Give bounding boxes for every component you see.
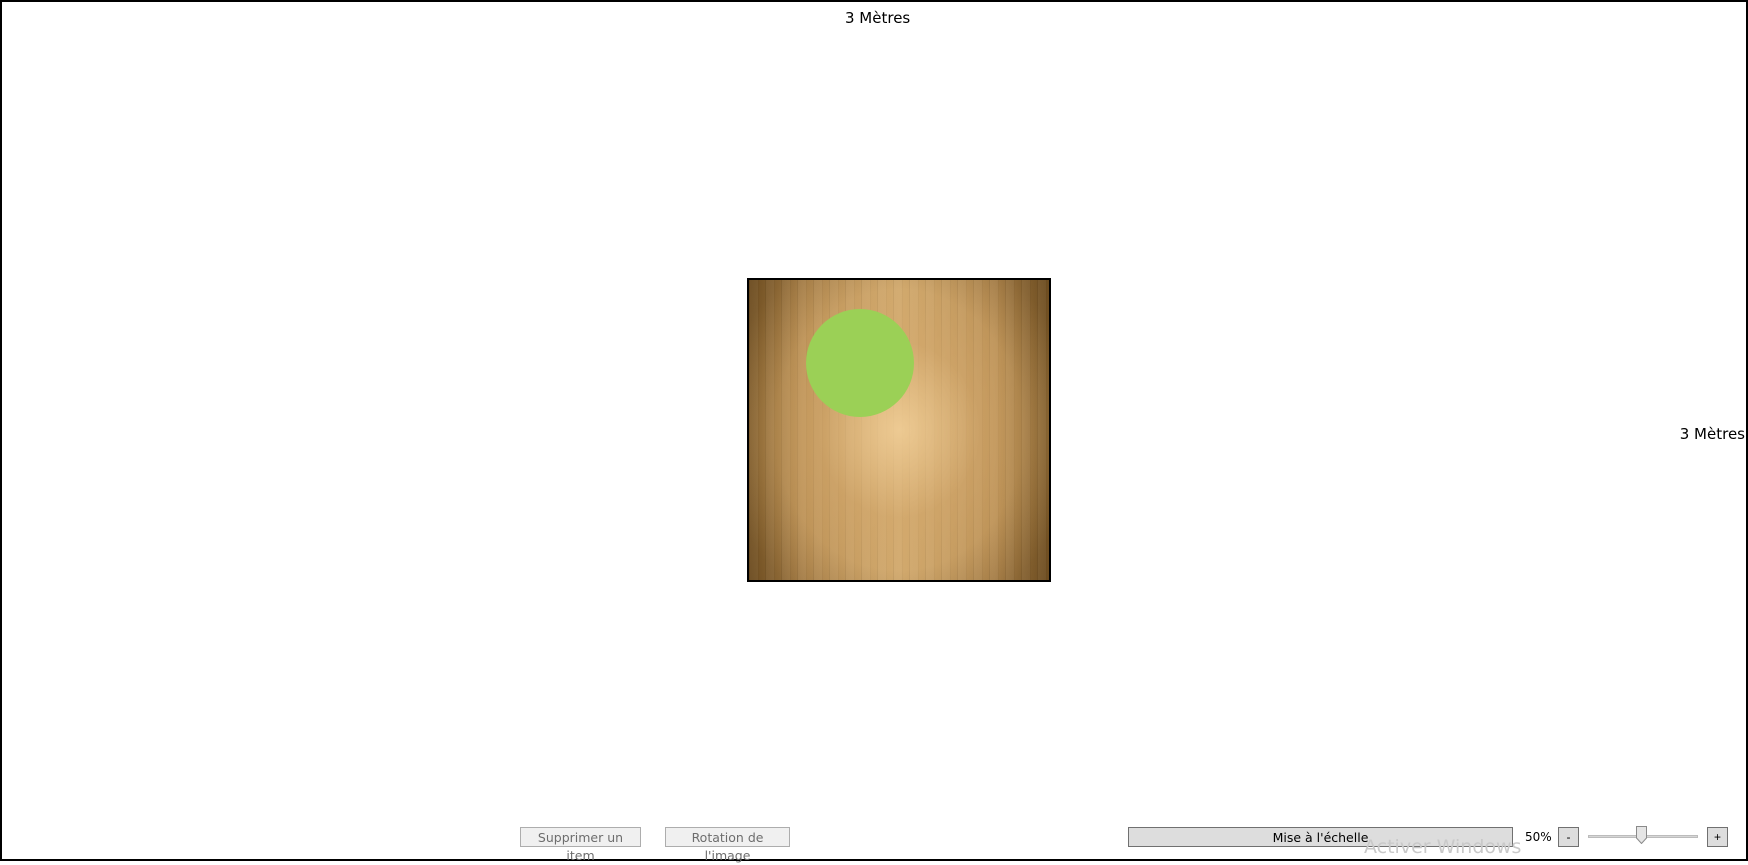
width-dimension-label: 3 Mètres — [845, 9, 911, 27]
delete-item-button[interactable]: Supprimer un item — [520, 827, 641, 863]
room-floor-plan[interactable] — [747, 278, 1051, 582]
zoom-slider-thumb-icon[interactable] — [1636, 826, 1647, 844]
rotate-image-button[interactable]: Rotation de l'image — [665, 827, 790, 863]
height-dimension-label: 3 Mètres — [1679, 425, 1745, 443]
zoom-out-button[interactable]: - — [1558, 827, 1579, 847]
zoom-in-button[interactable]: + — [1707, 827, 1728, 847]
windows-activation-watermark: Activer Windows — [1364, 836, 1522, 858]
circle-item[interactable] — [806, 309, 914, 417]
zoom-level-label: 50% — [1525, 830, 1552, 844]
